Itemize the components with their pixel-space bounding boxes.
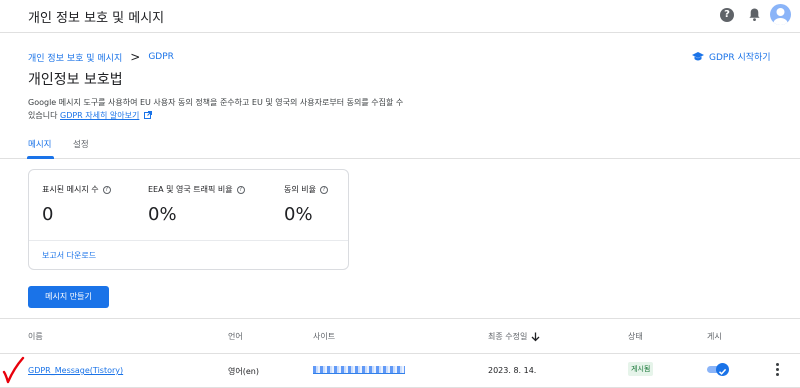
- column-header-name[interactable]: 이름: [28, 331, 43, 342]
- more-vert-icon[interactable]: [776, 363, 780, 378]
- red-checkmark-annotation: [2, 356, 25, 384]
- column-header-language[interactable]: 언어: [228, 331, 243, 342]
- message-modified-date: 2023. 8. 14.: [488, 366, 537, 375]
- stat-value: 0%: [148, 204, 177, 225]
- arrow-down-icon: [531, 332, 540, 341]
- breadcrumb: 개인 정보 보호 및 메시지 > GDPR: [28, 50, 174, 64]
- app-title: 개인 정보 보호 및 메시지: [28, 11, 165, 26]
- site-redacted: [313, 366, 405, 374]
- page-title: 개인정보 보호법: [28, 72, 123, 88]
- status-badge: 게시됨: [628, 362, 654, 376]
- stat-messages-shown: 표시된 메시지 수? 0: [42, 184, 111, 225]
- top-app-bar: 개인 정보 보호 및 메시지 ?: [0, 0, 800, 33]
- help-icon[interactable]: ?: [102, 185, 111, 194]
- create-message-button[interactable]: 메시지 만들기: [28, 286, 109, 308]
- gdpr-start-label: GDPR 시작하기: [709, 53, 771, 63]
- breadcrumb-current[interactable]: GDPR: [148, 52, 174, 62]
- tab-settings[interactable]: 설정: [73, 138, 89, 150]
- message-language: 영어(en): [228, 367, 259, 376]
- tab-messages[interactable]: 메시지: [28, 138, 51, 150]
- messages-table: 이름 언어 사이트 최종 수정일 상태 게시 GDPR_Message(Tist…: [0, 318, 800, 388]
- message-name-link[interactable]: GDPR_Message(Tistory): [28, 366, 123, 375]
- help-icon[interactable]: ?: [236, 185, 245, 194]
- chevron-right-icon: >: [130, 50, 141, 64]
- active-tab-indicator: [27, 156, 54, 159]
- page-description: Google 메시지 도구를 사용하여 EU 사용자 동의 정책을 준수하고 E…: [28, 96, 408, 122]
- gdpr-start-link[interactable]: GDPR 시작하기: [692, 50, 771, 63]
- column-header-publish[interactable]: 게시: [707, 331, 722, 342]
- stat-eea-traffic: EEA 및 영국 트래픽 비율? 0%: [148, 184, 245, 225]
- stat-label: 동의 비율: [284, 185, 316, 194]
- stat-value: 0%: [284, 204, 313, 225]
- column-header-status[interactable]: 상태: [628, 331, 643, 342]
- stat-value: 0: [42, 204, 54, 225]
- publish-toggle[interactable]: [707, 363, 729, 376]
- column-header-site[interactable]: 사이트: [313, 331, 335, 342]
- table-header: 이름 언어 사이트 최종 수정일 상태 게시: [0, 318, 800, 354]
- stat-label: EEA 및 영국 트래픽 비율: [148, 185, 233, 194]
- learn-more-link[interactable]: GDPR 자세히 알아보기: [60, 111, 139, 120]
- table-row: GDPR_Message(Tistory) 영어(en) 2023. 8. 14…: [0, 354, 800, 388]
- download-report-link[interactable]: 보고서 다운로드: [42, 250, 96, 261]
- check-icon: [716, 363, 729, 376]
- open-in-new-icon: [143, 111, 152, 119]
- card-divider: [29, 240, 348, 241]
- account-avatar-icon[interactable]: [770, 4, 791, 25]
- column-header-modified[interactable]: 최종 수정일: [488, 331, 540, 342]
- stats-card: 표시된 메시지 수? 0 EEA 및 영국 트래픽 비율? 0% 동의 비율? …: [28, 169, 349, 270]
- help-icon[interactable]: ?: [319, 185, 328, 194]
- stat-consent-rate: 동의 비율? 0%: [284, 184, 328, 225]
- help-circle-icon[interactable]: ?: [720, 8, 734, 22]
- column-header-modified-label: 최종 수정일: [488, 332, 528, 341]
- tab-bar: 메시지 설정: [0, 128, 800, 159]
- stat-label: 표시된 메시지 수: [42, 185, 99, 194]
- breadcrumb-parent-link[interactable]: 개인 정보 보호 및 메시지: [28, 51, 122, 64]
- graduation-cap-icon: [692, 52, 704, 61]
- notifications-icon[interactable]: [748, 7, 761, 26]
